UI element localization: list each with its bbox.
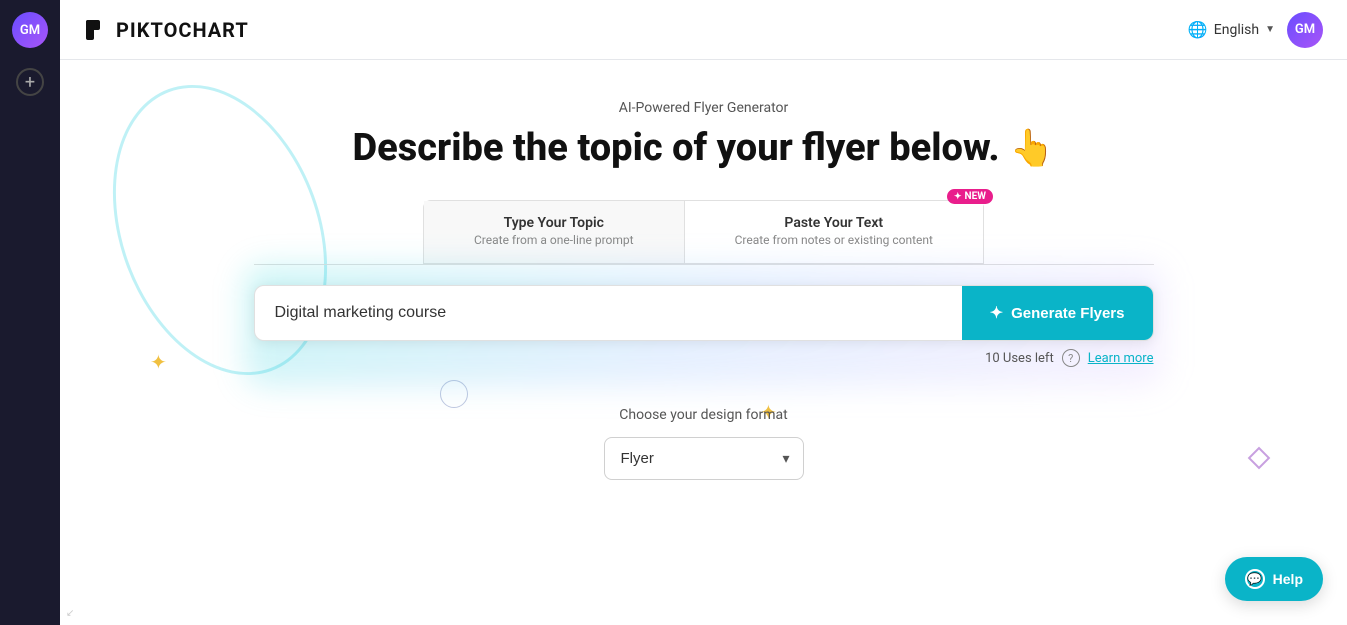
main-area: PIKTOCHART 🌐 English ▼ GM ✦ ✦ AI-Powered… (60, 0, 1347, 625)
help-button[interactable]: 💬 Help (1225, 557, 1323, 601)
format-label: Choose your design format (619, 407, 787, 423)
help-button-icon: 💬 (1245, 569, 1265, 589)
new-badge-star-icon: ✦ (954, 192, 962, 202)
heading-section: AI-Powered Flyer Generator Describe the … (353, 100, 1055, 170)
sidebar-avatar[interactable]: GM (12, 12, 48, 48)
sidebar: GM + (0, 0, 60, 625)
sidebar-add-button[interactable]: + (16, 68, 44, 96)
subtitle: AI-Powered Flyer Generator (353, 100, 1055, 116)
learn-more-link[interactable]: Learn more (1088, 351, 1154, 366)
help-circle-icon[interactable]: ? (1062, 349, 1080, 367)
logo-text: PIKTOCHART (116, 18, 249, 42)
sparkle-icon-left: ✦ (150, 350, 167, 374)
globe-icon: 🌐 (1188, 20, 1208, 39)
input-row: ✦ Generate Flyers (254, 285, 1154, 341)
format-select-wrapper: Flyer Poster Infographic Presentation Re… (604, 437, 804, 480)
tab-type-topic-desc: Create from a one-line prompt (474, 233, 634, 247)
topic-input[interactable] (255, 286, 962, 340)
help-button-label: Help (1273, 571, 1303, 587)
navbar-right: 🌐 English ▼ GM (1188, 12, 1323, 48)
uses-text: 10 Uses left (985, 351, 1054, 366)
page-content: ✦ ✦ AI-Powered Flyer Generator Describe … (60, 60, 1347, 625)
title-text: Describe the topic of your flyer below. (353, 126, 1000, 170)
diamond-shape (1248, 447, 1271, 470)
main-title: Describe the topic of your flyer below. … (353, 126, 1055, 170)
format-select[interactable]: Flyer Poster Infographic Presentation Re… (604, 437, 804, 480)
format-section: Choose your design format Flyer Poster I… (604, 407, 804, 480)
language-label: English (1214, 22, 1259, 38)
resize-handle: ↙ (66, 608, 74, 619)
generate-button-label: Generate Flyers (1011, 305, 1124, 322)
tab-paste-text[interactable]: ✦ NEW Paste Your Text Create from notes … (685, 201, 983, 263)
new-badge: ✦ NEW (947, 189, 993, 204)
hand-emoji: 👆 (1010, 127, 1055, 169)
logo-icon (84, 18, 108, 42)
logo: PIKTOCHART (84, 18, 249, 42)
tab-paste-text-label: Paste Your Text (735, 215, 933, 231)
language-selector[interactable]: 🌐 English ▼ (1188, 20, 1275, 39)
tab-paste-text-desc: Create from notes or existing content (735, 233, 933, 247)
sparkles-icon: ✦ (990, 303, 1003, 323)
navbar-avatar[interactable]: GM (1287, 12, 1323, 48)
navbar: PIKTOCHART 🌐 English ▼ GM (60, 0, 1347, 60)
tab-type-topic[interactable]: Type Your Topic Create from a one-line p… (424, 201, 685, 263)
tab-type-topic-label: Type Your Topic (474, 215, 634, 231)
generate-button[interactable]: ✦ Generate Flyers (962, 286, 1153, 340)
tabs-container: Type Your Topic Create from a one-line p… (423, 200, 984, 264)
input-area: ✦ Generate Flyers 10 Uses left ? Learn m… (254, 285, 1154, 367)
uses-row: 10 Uses left ? Learn more (254, 349, 1154, 367)
new-badge-text: NEW (965, 191, 986, 202)
chevron-down-icon: ▼ (1265, 24, 1275, 35)
